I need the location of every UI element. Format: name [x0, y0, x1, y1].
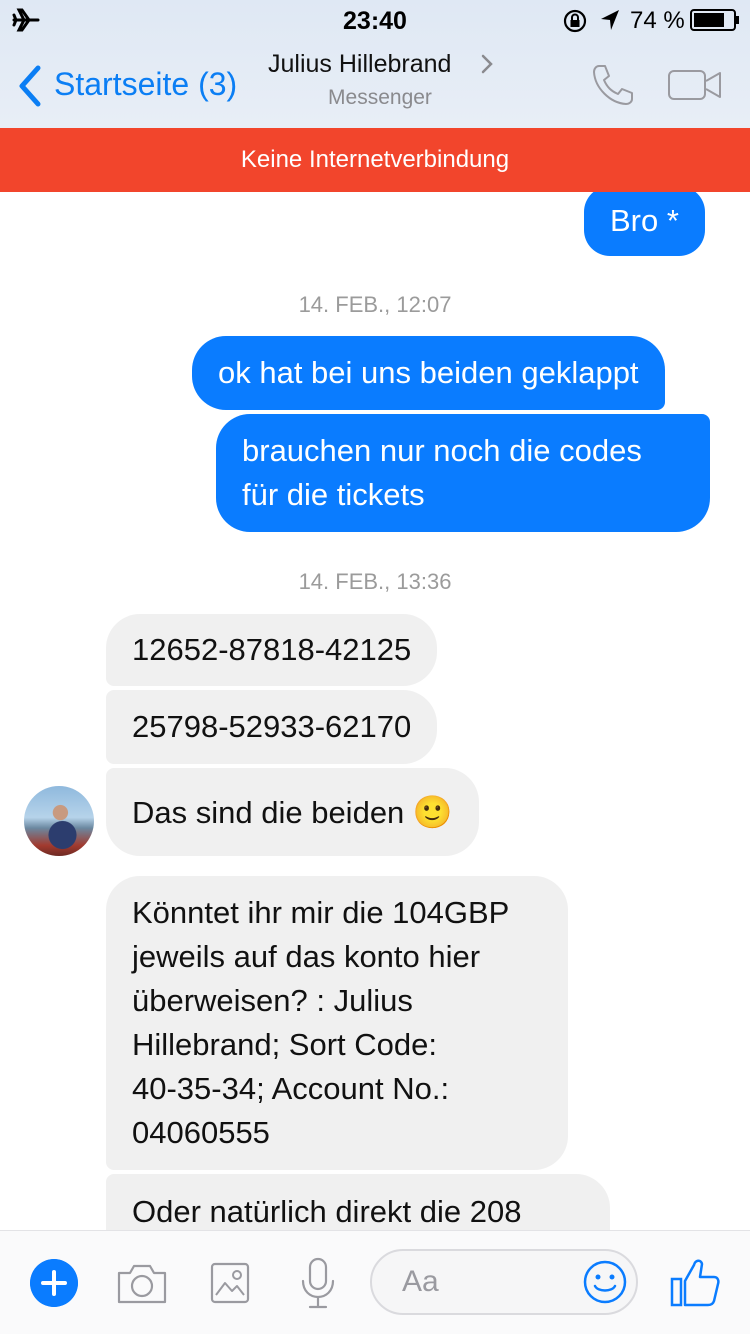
- contact-avatar[interactable]: [24, 786, 94, 856]
- battery-percentage: 74 %: [630, 7, 685, 34]
- status-bar: 23:40 74 %: [0, 0, 750, 40]
- outgoing-message[interactable]: brauchen nur noch die codes für die tick…: [216, 414, 710, 532]
- chevron-right-icon: [481, 54, 493, 74]
- video-call-icon[interactable]: [668, 68, 722, 102]
- incoming-message[interactable]: 25798-52933-62170: [106, 690, 438, 764]
- message-text-line: 40-35-34; Account No.:: [132, 1071, 450, 1106]
- emoji-icon[interactable]: [582, 1259, 628, 1305]
- message-text: Bro *: [610, 203, 679, 238]
- location-arrow-icon: [601, 10, 619, 30]
- microphone-icon[interactable]: [300, 1257, 336, 1311]
- incoming-message[interactable]: 12652-87818-42125: [106, 614, 438, 686]
- message-text-line: überweisen? : Julius: [132, 983, 413, 1018]
- messenger-screen: Bro * 14. FEB., 12:07 ok hat bei uns bei…: [0, 0, 750, 1334]
- message-text-line: jeweils auf das konto hier: [132, 939, 481, 974]
- message-text: Oder natürlich direkt die 208: [132, 1194, 522, 1229]
- message-timestamp: 14. FEB., 12:07: [298, 292, 452, 317]
- rotation-lock-icon: [563, 9, 587, 33]
- message-text: Das sind die beiden: [132, 795, 405, 830]
- outgoing-message[interactable]: Bro *: [584, 186, 705, 256]
- message-timestamp: 14. FEB., 13:36: [298, 569, 452, 594]
- offline-banner: Keine Internetverbindung: [0, 128, 750, 192]
- outgoing-message[interactable]: ok hat bei uns beiden geklappt: [192, 336, 665, 410]
- plus-icon[interactable]: [30, 1259, 78, 1307]
- smiley-emoji: 🙂: [412, 794, 453, 830]
- message-text: 12652-87818-42125: [132, 632, 412, 667]
- conversation-nav-bar: Startseite (3) Julius Hillebrand Messeng…: [0, 40, 750, 128]
- message-text-line: Könntet ihr mir die 104GBP: [132, 895, 510, 930]
- message-text-line: Hillebrand; Sort Code:: [132, 1027, 437, 1062]
- thumbs-up-icon[interactable]: [670, 1255, 720, 1309]
- image-icon[interactable]: [210, 1261, 250, 1305]
- camera-icon[interactable]: [116, 1261, 168, 1305]
- top-header: 23:40 74 % Startseite (3) Julius Hillebr…: [0, 0, 750, 128]
- message-text-line: 04060555: [132, 1115, 270, 1150]
- message-text: ok hat bei uns beiden geklappt: [218, 355, 639, 390]
- contact-name: Julius Hillebrand: [268, 50, 452, 78]
- message-text: 25798-52933-62170: [132, 709, 412, 744]
- message-text-line: brauchen nur noch die codes: [242, 433, 642, 468]
- contact-subtitle: Messenger: [328, 86, 432, 109]
- incoming-message[interactable]: Das sind die beiden 🙂: [106, 768, 479, 856]
- battery-icon: [690, 9, 739, 31]
- message-text-line: für die tickets: [242, 477, 425, 512]
- message-input[interactable]: Aa: [370, 1249, 638, 1315]
- message-input-placeholder: Aa: [402, 1265, 439, 1298]
- message-composer: Aa: [0, 1230, 750, 1334]
- phone-icon[interactable]: [590, 62, 636, 108]
- incoming-message[interactable]: Könntet ihr mir die 104GBP jeweils auf d…: [106, 876, 568, 1170]
